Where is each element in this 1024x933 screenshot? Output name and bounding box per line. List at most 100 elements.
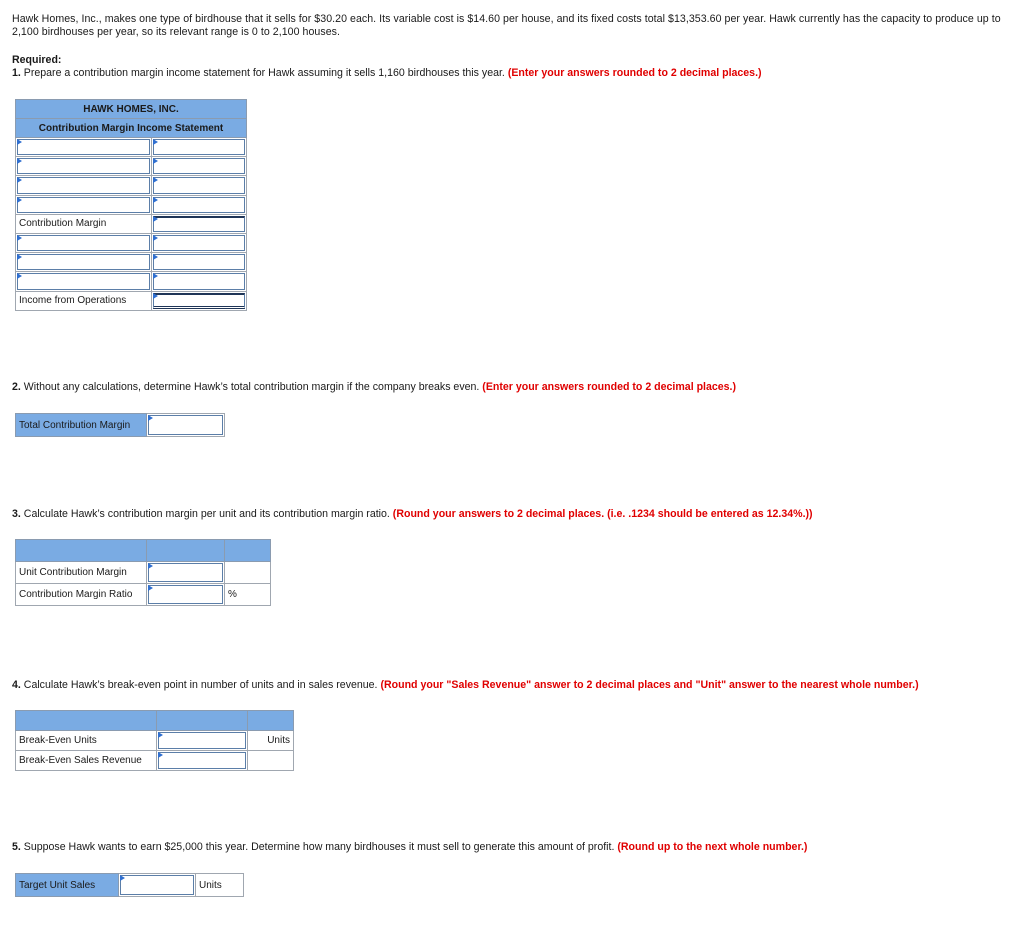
statement-label-cell: [15, 175, 152, 196]
question-text: Without any calculations, determine Hawk…: [20, 381, 483, 393]
statement-value-input[interactable]: [151, 214, 246, 233]
unit-label: [247, 750, 294, 771]
statement-label-input[interactable]: [16, 272, 151, 291]
statement-value-cell: [150, 175, 248, 196]
header-cell: [156, 710, 248, 731]
question-hint: (Enter your answers rounded to 2 decimal…: [482, 381, 737, 393]
statement-value-input[interactable]: [151, 195, 246, 214]
question-4: 4. Calculate Hawk’s break-even point in …: [12, 679, 919, 692]
question-2: 2. Without any calculations, determine H…: [12, 381, 736, 394]
total-contribution-margin-input[interactable]: [147, 414, 224, 436]
statement-label-input[interactable]: [16, 233, 151, 253]
statement-label-cell: [15, 271, 152, 292]
statement-label-cell: [15, 252, 152, 273]
statement-label-input[interactable]: [16, 176, 151, 195]
statement-row: Income from Operations: [15, 290, 248, 311]
contribution-margin-ratio-cell: [146, 583, 225, 606]
problem-description: Hawk Homes, Inc., makes one type of bird…: [12, 13, 1001, 38]
contribution-margin-ratio-label: Contribution Margin Ratio: [15, 583, 147, 606]
statement-label-input[interactable]: [16, 195, 151, 214]
percent-label: %: [224, 583, 271, 606]
question-hint: (Round your answers to 2 decimal places.…: [392, 508, 813, 520]
statement-label-cell: [15, 232, 152, 254]
unit-label: [224, 561, 271, 584]
statement-value-input[interactable]: [151, 157, 246, 176]
statement-value-cell: [150, 213, 248, 234]
question-hint: (Round up to the next whole number.): [617, 841, 808, 853]
statement-value-cell: [150, 232, 248, 254]
question-number: 5.: [12, 841, 21, 853]
statement-value-cell: [150, 290, 248, 311]
statement-value-cell: [150, 194, 248, 215]
question-number: 4.: [12, 679, 21, 691]
break-even-units-label: Break-Even Units: [15, 730, 157, 751]
statement-value-cell: [150, 271, 248, 292]
statement-row: [15, 194, 248, 215]
statement-row: [15, 252, 248, 273]
header-cell: [15, 539, 147, 562]
statement-value-cell: [150, 156, 248, 177]
statement-row: [15, 175, 248, 196]
unit-contribution-margin-label: Unit Contribution Margin: [15, 561, 147, 584]
required-label: Required:: [12, 54, 62, 66]
unit-contribution-margin-input[interactable]: [147, 562, 224, 583]
break-even-units-cell: [156, 730, 248, 751]
statement-label-cell: [15, 136, 152, 158]
statement-label-input[interactable]: [16, 138, 151, 157]
break-even-table: Break-Even Units Units Break-Even Sales …: [15, 710, 294, 771]
header-cell: [146, 539, 225, 562]
question-number: 1.: [12, 67, 21, 79]
units-label: Units: [247, 730, 294, 751]
question-1: 1. Prepare a contribution margin income …: [12, 67, 762, 80]
total-contribution-margin-label: Total Contribution Margin: [15, 413, 147, 437]
break-even-sales-revenue-cell: [156, 750, 248, 771]
header-cell: [224, 539, 271, 562]
income-statement-table: HAWK HOMES, INC. Contribution Margin Inc…: [15, 99, 248, 311]
statement-value-cell: [150, 252, 248, 273]
question-5: 5. Suppose Hawk wants to earn $25,000 th…: [12, 841, 807, 854]
statement-label-input[interactable]: [16, 157, 151, 176]
statement-value-input[interactable]: [151, 291, 246, 310]
contribution-margin-table: Unit Contribution Margin Contribution Ma…: [15, 539, 271, 606]
table-row: Contribution Margin Ratio %: [15, 583, 271, 606]
question-hint: (Enter your answers rounded to 2 decimal…: [507, 67, 762, 79]
statement-value-input[interactable]: [151, 272, 246, 291]
statement-row: Contribution Margin: [15, 213, 248, 234]
question-number: 3.: [12, 508, 21, 520]
break-even-units-input[interactable]: [157, 731, 247, 750]
statement-row: [15, 136, 248, 158]
statement-row: [15, 156, 248, 177]
statement-row: [15, 271, 248, 292]
statement-label-cell: [15, 194, 152, 215]
target-unit-sales-cell: [118, 873, 196, 897]
table-row: Unit Contribution Margin: [15, 561, 271, 584]
header-cell: [247, 710, 294, 731]
table-row: Break-Even Units Units: [15, 730, 294, 751]
company-name: HAWK HOMES, INC.: [15, 99, 247, 119]
question-number: 2.: [12, 381, 21, 393]
header-cell: [15, 710, 157, 731]
statement-label-input[interactable]: [16, 253, 151, 272]
statement-value-input[interactable]: [151, 176, 246, 195]
question-text: Calculate Hawk’s contribution margin per…: [20, 508, 393, 520]
units-label: Units: [195, 873, 244, 897]
question-hint: (Round your "Sales Revenue" answer to 2 …: [380, 679, 919, 691]
target-unit-sales-input[interactable]: [119, 874, 195, 896]
statement-value-input[interactable]: [151, 253, 246, 272]
break-even-sales-revenue-input[interactable]: [157, 751, 247, 770]
table-row: Break-Even Sales Revenue: [15, 750, 294, 771]
statement-value-input[interactable]: [151, 233, 246, 253]
statement-value-input[interactable]: [151, 138, 246, 157]
total-contribution-margin-cell: [146, 413, 225, 437]
statement-value-cell: [150, 136, 248, 158]
total-contribution-margin-table: Total Contribution Margin: [15, 413, 225, 437]
statement-row-label: Contribution Margin: [15, 213, 152, 234]
statement-label-cell: [15, 156, 152, 177]
target-unit-sales-label: Target Unit Sales: [15, 873, 119, 897]
question-text: Calculate Hawk’s break-even point in num…: [20, 679, 381, 691]
target-unit-sales-table: Target Unit Sales Units: [15, 873, 244, 897]
break-even-sales-revenue-label: Break-Even Sales Revenue: [15, 750, 157, 771]
contribution-margin-ratio-input[interactable]: [147, 584, 224, 605]
statement-title: Contribution Margin Income Statement: [15, 118, 247, 138]
statement-row-label: Income from Operations: [15, 290, 152, 311]
